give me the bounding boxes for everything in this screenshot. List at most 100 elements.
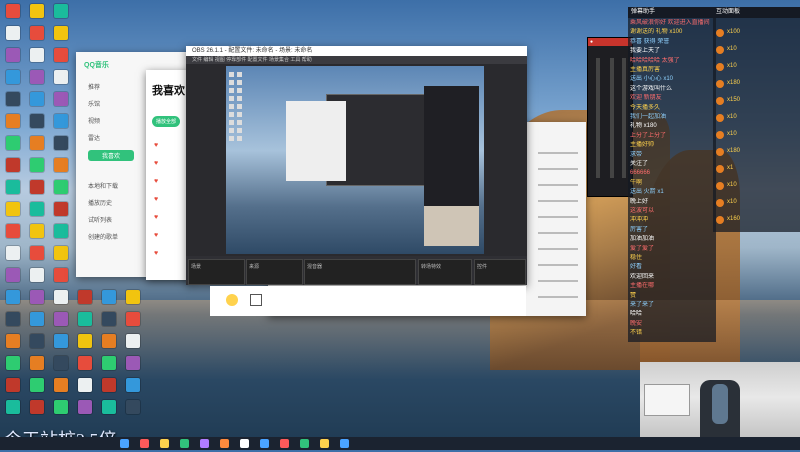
desktop-shortcut-icon[interactable]: [54, 334, 68, 348]
desktop-shortcut-icon[interactable]: [6, 378, 20, 392]
music-nav-item[interactable]: 乐馆: [88, 99, 100, 108]
desktop-shortcut-icon[interactable]: [30, 334, 44, 348]
settings-slider[interactable]: [538, 264, 578, 266]
settings-slider[interactable]: [538, 280, 578, 282]
music-player-bar[interactable]: [210, 286, 526, 316]
desktop-shortcut-icon[interactable]: [30, 202, 44, 216]
desktop-shortcut-icon[interactable]: [102, 334, 116, 348]
taskbar-app-icon[interactable]: [300, 439, 309, 448]
desktop-shortcut-icon[interactable]: [54, 268, 68, 282]
desktop-shortcut-icon[interactable]: [54, 312, 68, 326]
play-all-button[interactable]: 播放全部: [152, 116, 181, 127]
list-icon[interactable]: [250, 294, 262, 306]
obs-dock-panel[interactable]: 来源: [246, 259, 303, 285]
desktop-shortcut-icon[interactable]: [30, 48, 44, 62]
taskbar-app-icon[interactable]: [240, 439, 249, 448]
settings-slider[interactable]: [538, 296, 578, 298]
desktop-shortcut-icon[interactable]: [6, 180, 20, 194]
desktop-shortcut-icon[interactable]: [30, 224, 44, 238]
settings-slider[interactable]: [538, 232, 578, 234]
desktop-shortcut-icon[interactable]: [126, 400, 140, 414]
desktop-shortcut-icon[interactable]: [54, 400, 68, 414]
desktop-shortcut-icon[interactable]: [6, 268, 20, 282]
desktop-shortcut-icon[interactable]: [78, 400, 92, 414]
desktop-shortcut-icon[interactable]: [54, 202, 68, 216]
taskbar-app-icon[interactable]: [140, 439, 149, 448]
obs-dock-panel[interactable]: 控件: [474, 259, 526, 285]
taskbar-app-icon[interactable]: [320, 439, 329, 448]
mixer-fader[interactable]: [610, 58, 614, 178]
taskbar-app-icon[interactable]: [160, 439, 169, 448]
desktop-shortcut-icon[interactable]: [30, 158, 44, 172]
desktop-shortcut-icon[interactable]: [30, 136, 44, 150]
desktop-shortcut-icon[interactable]: [78, 312, 92, 326]
desktop-shortcut-icon[interactable]: [54, 290, 68, 304]
desktop-shortcut-icon[interactable]: [6, 290, 20, 304]
desktop-shortcut-icon[interactable]: [30, 246, 44, 260]
desktop-shortcut-icon[interactable]: [30, 180, 44, 194]
taskbar-app-icon[interactable]: [260, 439, 269, 448]
desktop-shortcut-icon[interactable]: [126, 356, 140, 370]
obs-dock-panel[interactable]: 混音器: [304, 259, 416, 285]
desktop-shortcut-icon[interactable]: [30, 290, 44, 304]
desktop-shortcut-icon[interactable]: [54, 48, 68, 62]
desktop-shortcut-icon[interactable]: [54, 70, 68, 84]
desktop-shortcut-icon[interactable]: [6, 400, 20, 414]
desktop-shortcut-icon[interactable]: [54, 114, 68, 128]
heart-icon[interactable]: ♥: [154, 214, 158, 221]
settings-slider[interactable]: [538, 200, 578, 202]
music-nav-item[interactable]: 雷达: [88, 133, 100, 142]
desktop-shortcut-icon[interactable]: [6, 136, 20, 150]
desktop-shortcut-icon[interactable]: [78, 356, 92, 370]
play-icon[interactable]: [226, 294, 238, 306]
settings-slider[interactable]: [538, 152, 578, 154]
taskbar[interactable]: [0, 437, 800, 450]
desktop-shortcut-icon[interactable]: [30, 312, 44, 326]
desktop-shortcut-icon[interactable]: [54, 4, 68, 18]
desktop-shortcut-icon[interactable]: [126, 378, 140, 392]
music-nav-item[interactable]: 播放历史: [88, 198, 112, 207]
heart-icon[interactable]: ♥: [154, 178, 158, 185]
desktop-shortcut-icon[interactable]: [6, 312, 20, 326]
desktop-shortcut-icon[interactable]: [54, 246, 68, 260]
taskbar-app-icon[interactable]: [220, 439, 229, 448]
desktop-shortcut-icon[interactable]: [30, 378, 44, 392]
desktop-shortcut-icon[interactable]: [102, 290, 116, 304]
desktop-shortcut-icon[interactable]: [54, 26, 68, 40]
desktop-shortcut-icon[interactable]: [30, 268, 44, 282]
desktop-shortcut-icon[interactable]: [30, 400, 44, 414]
desktop-shortcut-icon[interactable]: [102, 378, 116, 392]
settings-slider[interactable]: [538, 216, 578, 218]
desktop-shortcut-icon[interactable]: [126, 334, 140, 348]
desktop-shortcut-icon[interactable]: [6, 114, 20, 128]
desktop-shortcut-icon[interactable]: [78, 378, 92, 392]
desktop-shortcut-icon[interactable]: [6, 26, 20, 40]
desktop-shortcut-icon[interactable]: [30, 4, 44, 18]
desktop-shortcut-icon[interactable]: [6, 246, 20, 260]
heart-icon[interactable]: ♥: [154, 232, 158, 239]
desktop-shortcut-icon[interactable]: [6, 4, 20, 18]
music-app-content-window[interactable]: 我喜欢 播放全部 ♥ ♥ ♥ ♥ ♥ ♥ ♥: [146, 70, 191, 280]
desktop-shortcut-icon[interactable]: [102, 356, 116, 370]
desktop-shortcut-icon[interactable]: [78, 334, 92, 348]
heart-icon[interactable]: ♥: [154, 196, 158, 203]
music-nav-item[interactable]: 我喜欢: [88, 150, 135, 161]
taskbar-app-icon[interactable]: [120, 439, 129, 448]
desktop-shortcut-icon[interactable]: [30, 70, 44, 84]
desktop-shortcut-icon[interactable]: [54, 158, 68, 172]
settings-slider[interactable]: [538, 168, 578, 170]
desktop-shortcut-icon[interactable]: [6, 334, 20, 348]
desktop-shortcut-icon[interactable]: [6, 70, 20, 84]
music-nav-item[interactable]: 视频: [88, 116, 100, 125]
desktop-shortcut-icon[interactable]: [6, 48, 20, 62]
desktop-shortcut-icon[interactable]: [126, 290, 140, 304]
audio-mixer-panel[interactable]: ●: [587, 37, 633, 197]
desktop-shortcut-icon[interactable]: [54, 224, 68, 238]
music-nav-item[interactable]: 本地和下载: [88, 181, 118, 190]
desktop-shortcut-icon[interactable]: [54, 378, 68, 392]
gift-panel[interactable]: 互动面板 x100 x10 x10 x180 x150 x10 x10 x180 x1 x10 x1…: [713, 7, 800, 232]
music-nav-item[interactable]: 推荐: [88, 82, 100, 91]
taskbar-app-icon[interactable]: [200, 439, 209, 448]
desktop-shortcut-icon[interactable]: [30, 356, 44, 370]
heart-icon[interactable]: ♥: [154, 142, 158, 149]
